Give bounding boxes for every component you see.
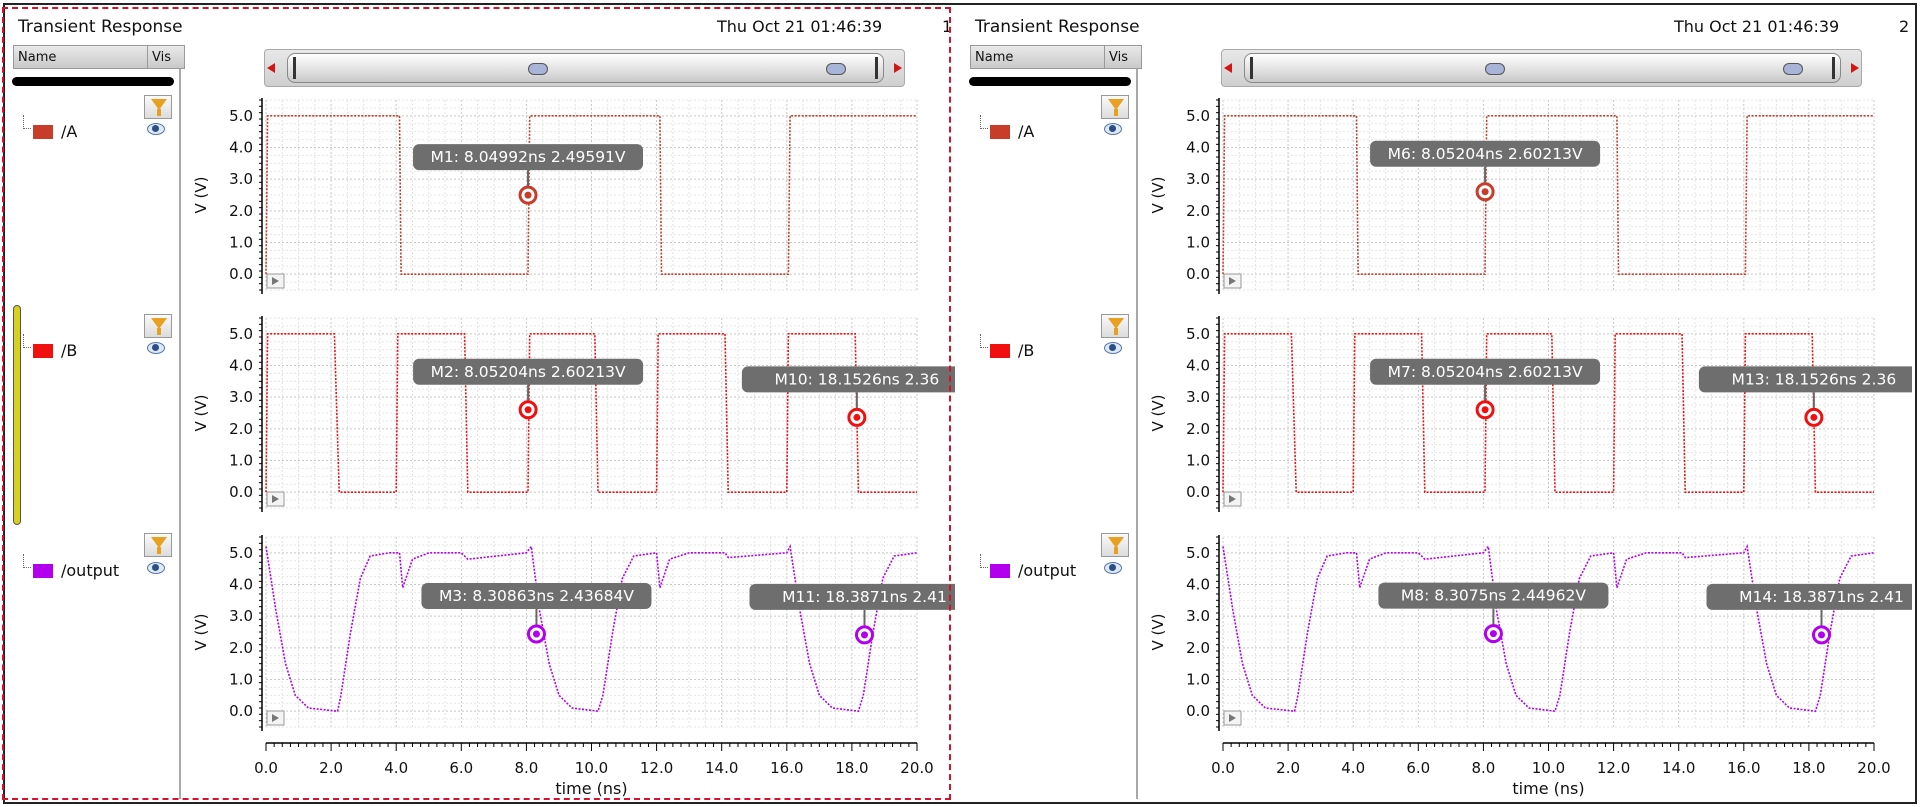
y-tick-label: 4.0 [229,576,253,594]
y-tick-label: 2.0 [1186,639,1210,657]
y-axis-label: V (V) [1149,177,1167,214]
x-tick-label: 0.0 [254,759,278,777]
y-tick-label: 1.0 [1186,671,1210,689]
x-tick-label: 0.0 [1211,759,1235,777]
x-tick-label: 14.0 [705,759,738,777]
y-tick-label: 4.0 [229,139,253,157]
y-tick-label: 0.0 [1186,265,1210,283]
x-tick-label: 20.0 [1857,759,1890,777]
marker-label: M3: 8.30863ns 2.43684V [439,587,634,605]
strip-3[interactable]: 0.0 1.0 2.0 3.0 4.0 5.0 V (V) M3: 8.30863ns 2.4… [192,535,955,798]
x-tick-label: 18.0 [1792,759,1825,777]
y-tick-label: 3.0 [1186,607,1210,625]
y-tick-label: 5.0 [229,325,253,343]
x-tick-label: 4.0 [384,759,408,777]
y-tick-label: 1.0 [1186,452,1210,470]
y-tick-label: 4.0 [1186,357,1210,375]
x-tick-label: 20.0 [900,759,933,777]
strip-expand-icon[interactable] [266,273,285,289]
x-tick-label: 8.0 [514,759,538,777]
marker-label: M14: 18.3871ns 2.41 [1739,588,1904,606]
y-tick-label: 4.0 [1186,576,1210,594]
marker-label: M6: 8.05204ns 2.60213V [1388,145,1583,163]
y-tick-label: 3.0 [1186,170,1210,188]
x-axis-label: time (ns) [1512,779,1584,798]
x-tick-label: 10.0 [1532,759,1565,777]
strip-expand-icon[interactable] [266,491,285,507]
x-tick-label: 12.0 [1597,759,1630,777]
y-tick-label: 2.0 [1186,420,1210,438]
waveform-panel-1[interactable]: Transient Response Thu Oct 21 01:46:39 1 Na… [5,5,955,803]
y-tick-label: 1.0 [1186,234,1210,252]
y-tick-label: 1.0 [229,234,253,252]
y-axis-label: V (V) [192,395,210,432]
x-tick-label: 6.0 [449,759,473,777]
y-tick-label: 5.0 [229,544,253,562]
strip-2[interactable]: 0.0 1.0 2.0 3.0 4.0 5.0 V (V) M7: 8.05204ns 2.6… [1149,316,1912,512]
y-tick-label: 3.0 [229,607,253,625]
x-tick-label: 2.0 [1276,759,1300,777]
waveform-plots[interactable]: 0.0 1.0 2.0 3.0 4.0 5.0 V (V) M1: 8.04992ns 2.4… [5,5,955,803]
y-tick-label: 5.0 [229,107,253,125]
y-tick-label: 2.0 [229,202,253,220]
x-tick-label: 14.0 [1662,759,1695,777]
marker-label: M8: 8.3075ns 2.44962V [1401,587,1587,605]
y-axis-label: V (V) [192,614,210,651]
x-tick-label: 16.0 [770,759,803,777]
waveform-panel-2[interactable]: Transient Response Thu Oct 21 01:46:39 2 Na… [962,5,1912,803]
waveform-plots[interactable]: 0.0 1.0 2.0 3.0 4.0 5.0 V (V) M6: 8.05204ns 2.6… [962,5,1912,803]
marker-label: M10: 18.1526ns 2.36 [775,370,940,388]
x-tick-label: 12.0 [640,759,673,777]
marker-label: M7: 8.05204ns 2.60213V [1388,363,1583,381]
strip-expand-icon[interactable] [1223,273,1242,289]
marker-label: M11: 18.3871ns 2.41 [782,588,947,606]
marker-label: M13: 18.1526ns 2.36 [1732,370,1897,388]
x-tick-label: 2.0 [319,759,343,777]
y-tick-label: 0.0 [1186,483,1210,501]
y-tick-label: 1.0 [229,671,253,689]
x-tick-label: 10.0 [575,759,608,777]
strip-expand-icon[interactable] [266,710,285,726]
y-tick-label: 3.0 [229,388,253,406]
y-tick-label: 2.0 [229,639,253,657]
y-tick-label: 2.0 [1186,202,1210,220]
marker-label: M2: 8.05204ns 2.60213V [431,363,626,381]
y-axis-label: V (V) [1149,395,1167,432]
x-tick-label: 18.0 [835,759,868,777]
y-tick-label: 3.0 [1186,388,1210,406]
y-tick-label: 0.0 [1186,702,1210,720]
strip-1[interactable]: 0.0 1.0 2.0 3.0 4.0 5.0 V (V) M1: 8.04992ns 2.4… [192,98,918,294]
y-tick-label: 4.0 [229,357,253,375]
y-axis-label: V (V) [192,177,210,214]
y-tick-label: 2.0 [229,420,253,438]
x-tick-label: 16.0 [1727,759,1760,777]
marker-label: M1: 8.04992ns 2.49591V [431,148,626,166]
y-axis-label: V (V) [1149,614,1167,651]
y-tick-label: 5.0 [1186,544,1210,562]
x-tick-label: 6.0 [1406,759,1430,777]
x-tick-label: 8.0 [1471,759,1495,777]
y-tick-label: 0.0 [229,265,253,283]
strip-expand-icon[interactable] [1223,491,1242,507]
strip-1[interactable]: 0.0 1.0 2.0 3.0 4.0 5.0 V (V) M6: 8.05204ns 2.6… [1149,98,1875,294]
strip-2[interactable]: 0.0 1.0 2.0 3.0 4.0 5.0 V (V) M2: 8.05204ns 2.6… [192,316,955,512]
y-tick-label: 5.0 [1186,107,1210,125]
y-tick-label: 0.0 [229,702,253,720]
x-tick-label: 4.0 [1341,759,1365,777]
y-tick-label: 5.0 [1186,325,1210,343]
y-tick-label: 0.0 [229,483,253,501]
x-axis-label: time (ns) [555,779,627,798]
strip-3[interactable]: 0.0 1.0 2.0 3.0 4.0 5.0 V (V) M8: 8.3075ns 2.44… [1149,535,1912,798]
y-tick-label: 3.0 [229,170,253,188]
strip-expand-icon[interactable] [1223,710,1242,726]
y-tick-label: 1.0 [229,452,253,470]
y-tick-label: 4.0 [1186,139,1210,157]
